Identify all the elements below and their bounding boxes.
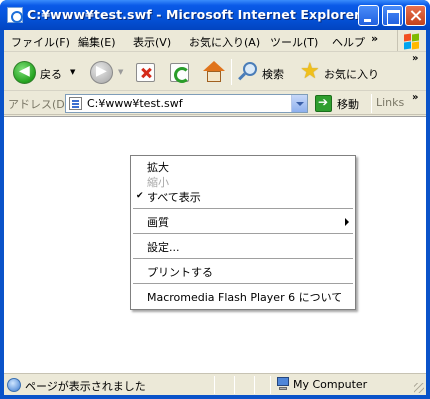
maximize-icon[interactable] [382, 5, 403, 26]
links-label[interactable]: Links [376, 96, 404, 109]
status-text: ページが表示されました [25, 380, 146, 393]
status-divider [234, 376, 235, 394]
menu-favorites[interactable]: お気に入り(A) [189, 34, 260, 50]
standard-toolbar: ◀ 戻る ▼ ▶ ▼ 検索 ★ お気に入り » [4, 53, 426, 91]
window-title: C:¥www¥test.swf - Microsoft Internet Exp… [27, 7, 361, 22]
browser-window: C:¥www¥test.swf - Microsoft Internet Exp… [0, 0, 430, 399]
favorites-star-icon[interactable]: ★ [300, 59, 320, 84]
close-icon[interactable] [405, 5, 426, 26]
refresh-icon[interactable] [170, 63, 190, 83]
ctx-separator [133, 283, 353, 284]
my-computer-icon [276, 377, 290, 392]
address-page-icon [69, 97, 82, 110]
address-dropdown-icon[interactable] [291, 95, 307, 112]
home-icon[interactable] [203, 61, 226, 83]
back-button-label[interactable]: 戻る [40, 66, 62, 82]
ctx-separator [133, 208, 353, 209]
status-divider [214, 376, 215, 394]
menu-edit[interactable]: 編集(E) [78, 34, 116, 50]
address-label: アドレス(D) [8, 98, 70, 111]
search-icon[interactable] [237, 62, 259, 84]
ctx-print[interactable]: プリントする [147, 264, 213, 280]
stop-icon[interactable] [136, 63, 155, 82]
address-separator [371, 94, 372, 113]
menu-file[interactable]: ファイル(F) [11, 34, 70, 50]
check-icon: ✔ [136, 191, 144, 201]
window-frame: ファイル(F) 編集(E) 表示(V) お気に入り(A) ツール(T) ヘルプ … [4, 30, 426, 395]
status-divider [254, 376, 255, 394]
status-divider [270, 376, 271, 394]
minimize-icon[interactable] [358, 5, 379, 26]
resize-grip[interactable] [414, 383, 424, 393]
address-chevron[interactable]: » [412, 92, 418, 103]
search-button-label[interactable]: 検索 [262, 66, 284, 82]
windows-logo-icon [397, 30, 423, 51]
ctx-quality[interactable]: 画質 [147, 214, 169, 230]
toolbar-separator [231, 59, 232, 85]
back-arrow-icon[interactable]: ◀ [13, 61, 36, 84]
favorites-button-label[interactable]: お気に入り [324, 66, 379, 82]
ctx-separator [133, 233, 353, 234]
security-zone-label: My Computer [293, 378, 368, 391]
menu-tools[interactable]: ツール(T) [270, 34, 318, 50]
status-bar: ページが表示されました My Computer [4, 373, 426, 395]
menu-help[interactable]: ヘルプ [332, 34, 365, 50]
status-globe-icon [7, 378, 21, 392]
address-bar: アドレス(D) C:¥www¥test.swf 移動 Links » [4, 92, 426, 115]
submenu-arrow-icon [345, 218, 349, 226]
page-content[interactable]: 拡大 縮小 ✔ すべて表示 画質 設定... プリントする Macromedia… [4, 116, 426, 373]
address-value[interactable]: C:¥www¥test.swf [87, 97, 183, 110]
flash-context-menu: 拡大 縮小 ✔ すべて表示 画質 設定... プリントする Macromedia… [130, 155, 356, 310]
ctx-about-flash[interactable]: Macromedia Flash Player 6 について [147, 289, 342, 305]
ctx-show-all[interactable]: すべて表示 [147, 189, 201, 205]
go-button-label[interactable]: 移動 [337, 96, 359, 112]
ctx-separator [133, 258, 353, 259]
menu-view[interactable]: 表示(V) [133, 34, 171, 50]
go-arrow-icon[interactable] [315, 95, 332, 112]
menu-bar: ファイル(F) 編集(E) 表示(V) お気に入り(A) ツール(T) ヘルプ … [4, 30, 426, 52]
toolbar-chevron[interactable]: » [412, 53, 418, 64]
address-input[interactable]: C:¥www¥test.swf [65, 94, 308, 113]
ctx-settings[interactable]: 設定... [147, 239, 180, 255]
title-bar[interactable]: C:¥www¥test.swf - Microsoft Internet Exp… [0, 0, 430, 30]
ctx-zoom-in[interactable]: 拡大 [147, 159, 169, 175]
ie-page-icon [7, 7, 23, 23]
ctx-zoom-out: 縮小 [147, 176, 169, 189]
back-dropdown-icon[interactable]: ▼ [70, 68, 75, 76]
forward-dropdown-icon[interactable]: ▼ [118, 68, 123, 76]
menubar-chevron[interactable]: » [371, 32, 378, 45]
forward-arrow-icon[interactable]: ▶ [90, 61, 113, 84]
